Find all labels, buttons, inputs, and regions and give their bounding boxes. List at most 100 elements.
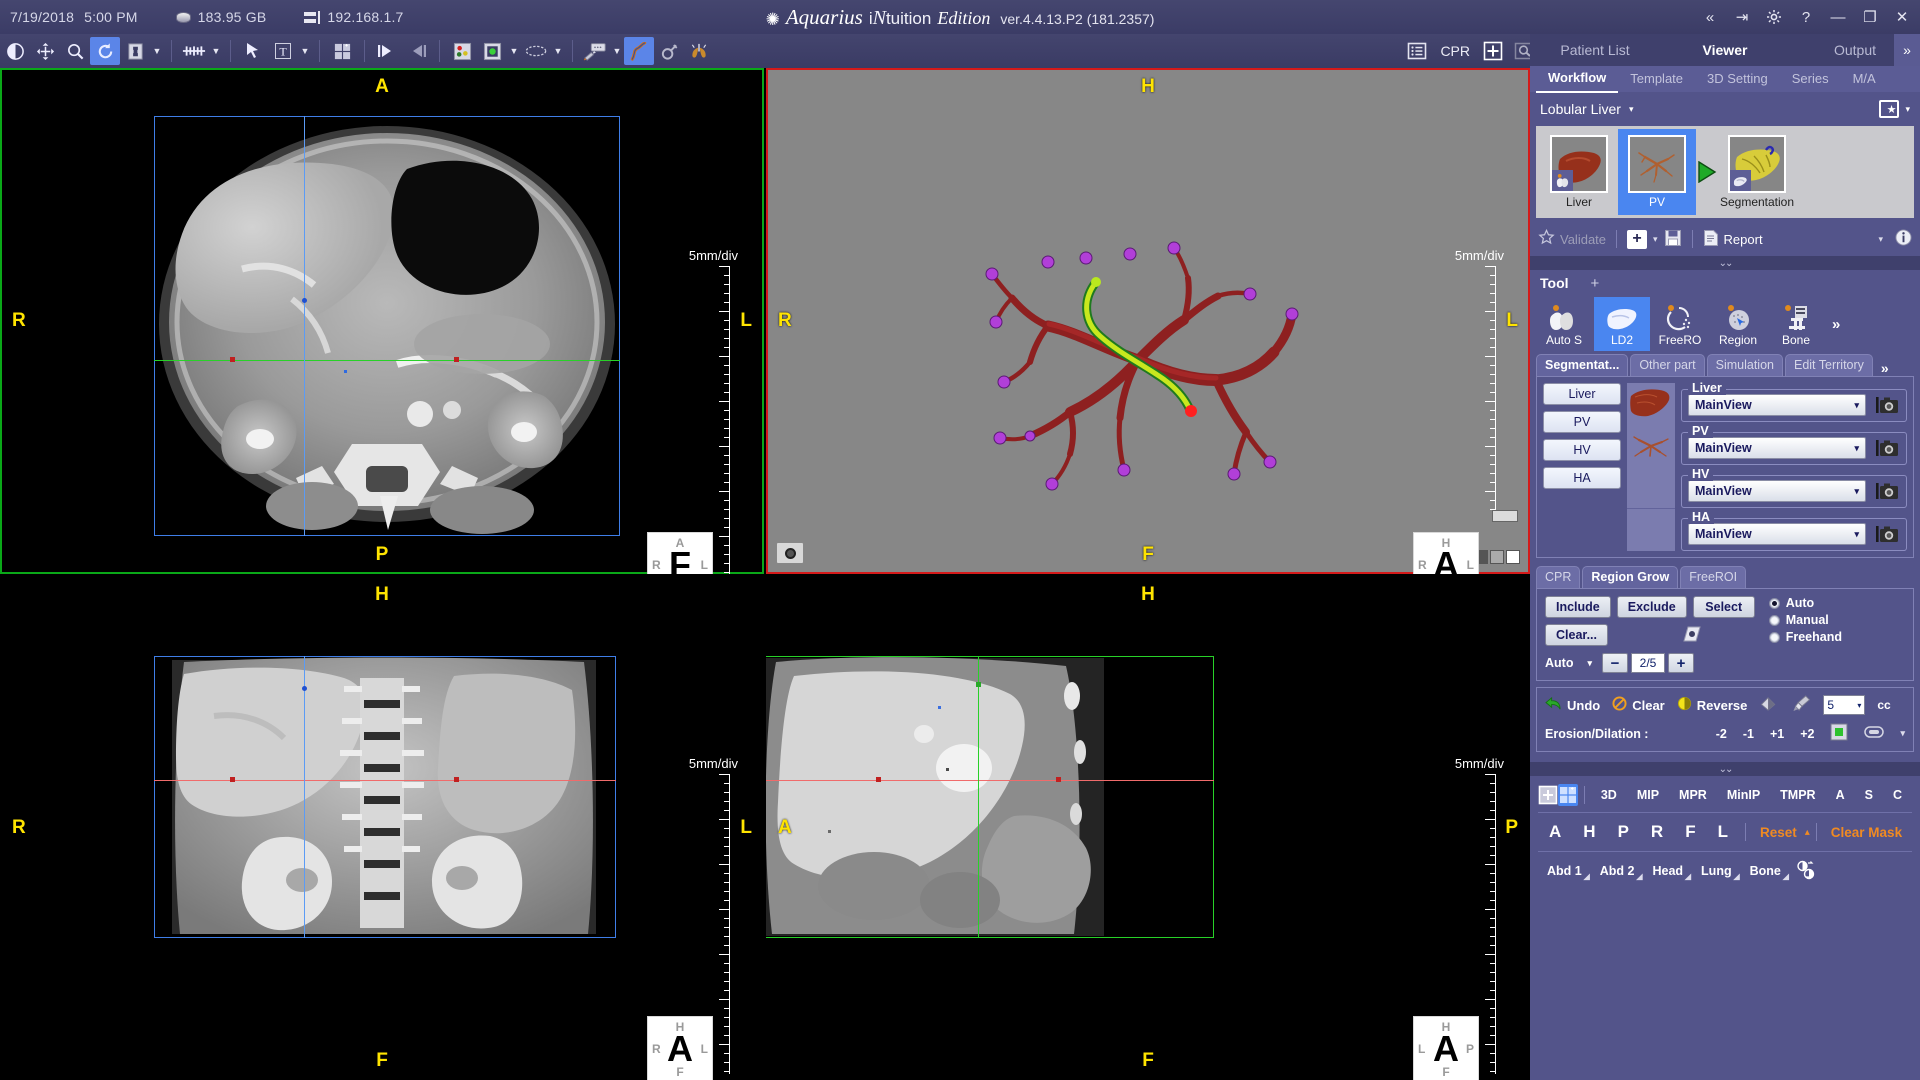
structure-button-liver[interactable]: Liver <box>1543 383 1621 405</box>
coronal-roi-box[interactable] <box>154 656 616 938</box>
text-annotation-icon[interactable]: T <box>268 37 298 65</box>
mode-3d[interactable]: 3D <box>1591 788 1627 802</box>
close-button[interactable]: ✕ <box>1888 4 1916 30</box>
vessel-orientation-cube[interactable]: H F R L A <box>1413 532 1479 574</box>
coronal-handle-left[interactable] <box>230 777 235 782</box>
orientation-h[interactable]: H <box>1572 822 1606 842</box>
measure-ruler-icon[interactable] <box>179 37 209 65</box>
tool-ld2[interactable]: LD2 <box>1594 297 1650 351</box>
mode-minip[interactable]: MinIP <box>1717 788 1770 802</box>
save-icon[interactable] <box>1664 229 1682 250</box>
opacity-dropdown-caret[interactable]: ▼ <box>507 37 521 65</box>
tool-add-icon[interactable]: + <box>1591 275 1600 292</box>
invert-contrast-icon[interactable] <box>1790 860 1822 883</box>
report-caret[interactable]: ▾ <box>1878 234 1883 245</box>
seed-shape-icon[interactable] <box>1682 625 1704 646</box>
help-button[interactable]: ? <box>1792 4 1820 30</box>
orientation-l[interactable]: L <box>1707 822 1739 842</box>
auto-mode-dropdown[interactable]: Auto ▾ <box>1545 656 1592 670</box>
tool-region[interactable]: Region <box>1710 297 1766 351</box>
undo-icon[interactable] <box>372 37 402 65</box>
sagittal-roi-box[interactable] <box>766 656 1214 938</box>
sagittal-handle-left[interactable] <box>876 777 881 782</box>
brush-tool-icon[interactable] <box>1791 695 1811 715</box>
coronal-handle-right[interactable] <box>454 777 459 782</box>
decrease-button[interactable]: − <box>1602 653 1628 673</box>
collapse-tool-bar[interactable]: ⌄⌄ <box>1530 762 1920 776</box>
workflow-step-pv[interactable]: PV <box>1618 129 1696 215</box>
brush-size-select[interactable]: 5 ▾ <box>1823 695 1866 715</box>
segmentation-tabs-more[interactable]: » <box>1875 360 1889 376</box>
workflow-step-liver[interactable]: Liver <box>1540 129 1618 215</box>
erosion-minus-1[interactable]: -1 <box>1743 727 1754 741</box>
tab-workflow[interactable]: Workflow <box>1536 65 1619 93</box>
ha-snapshot-icon[interactable] <box>1874 524 1900 544</box>
text-dropdown-caret[interactable]: ▼ <box>298 37 312 65</box>
tab-series[interactable]: Series <box>1780 66 1841 92</box>
clear-button[interactable]: Clear... <box>1545 624 1608 646</box>
orientation-r[interactable]: R <box>1640 822 1674 842</box>
erosion-minus-2[interactable]: -2 <box>1716 727 1727 741</box>
tab-simulation[interactable]: Simulation <box>1706 354 1783 376</box>
tab-viewer[interactable]: Viewer <box>1660 42 1790 58</box>
add-icon[interactable] <box>1478 37 1508 65</box>
exclude-button[interactable]: Exclude <box>1616 596 1687 618</box>
pan-icon[interactable] <box>30 37 60 65</box>
annotation-tool-icon[interactable] <box>580 37 610 65</box>
maximize-button[interactable]: ❐ <box>1856 4 1884 30</box>
arrow-select-icon[interactable] <box>238 37 268 65</box>
slab-dropdown-caret[interactable]: ▼ <box>150 37 164 65</box>
list-view-icon[interactable] <box>1402 37 1432 65</box>
redo-icon[interactable] <box>402 37 432 65</box>
tab-segmentation[interactable]: Segmentat... <box>1536 354 1629 376</box>
ha-view-select[interactable]: MainView ▾ <box>1688 523 1866 545</box>
favorite-caret-icon[interactable]: ▾ <box>1905 104 1910 115</box>
axial-viewport[interactable]: A P R L 5mm/div 5mm/div A P R L F <box>0 68 764 574</box>
liver-snapshot-icon[interactable] <box>1874 395 1900 415</box>
preset-abd-1[interactable]: Abd 1 ◢ <box>1538 864 1591 881</box>
add-structure-caret[interactable]: ▾ <box>1653 234 1658 245</box>
minimize-button[interactable]: — <box>1824 4 1852 30</box>
coronal-axial-line[interactable] <box>154 780 616 781</box>
structure-button-ha[interactable]: HA <box>1543 467 1621 489</box>
dilation-plus-1[interactable]: +1 <box>1770 727 1784 741</box>
reset-caret-icon[interactable]: ▴ <box>1805 827 1810 838</box>
round-kernel-icon[interactable] <box>1864 724 1885 743</box>
tab-freeroi[interactable]: FreeROI <box>1680 566 1747 588</box>
liver-view-select[interactable]: MainView ▾ <box>1688 394 1866 416</box>
structure-button-hv[interactable]: HV <box>1543 439 1621 461</box>
vessel-cpr-icon[interactable] <box>624 37 654 65</box>
kernel-caret-icon[interactable]: ▾ <box>1900 728 1905 739</box>
orientation-f[interactable]: F <box>1674 822 1706 842</box>
tool-more-button[interactable]: » <box>1826 316 1840 333</box>
clear-mask-button[interactable]: Clear Mask <box>1823 825 1910 840</box>
workflow-title-group[interactable]: Lobular Liver ▾ <box>1540 101 1633 117</box>
expand-panel-chevron[interactable]: » <box>1894 34 1920 66</box>
include-button[interactable]: Include <box>1545 596 1611 618</box>
preset-lung[interactable]: Lung ◢ <box>1692 864 1741 881</box>
gear-icon[interactable] <box>1760 4 1788 30</box>
tab-cpr[interactable]: CPR <box>1536 566 1581 588</box>
opacity-icon[interactable] <box>477 37 507 65</box>
hv-snapshot-icon[interactable] <box>1874 481 1900 501</box>
axial-roi-box[interactable] <box>154 116 620 536</box>
color-map-icon[interactable] <box>447 37 477 65</box>
orientation-p[interactable]: P <box>1607 822 1640 842</box>
multi-view-icon[interactable] <box>1558 784 1579 806</box>
previous-button[interactable]: « <box>1696 4 1724 30</box>
measure-dropdown-caret[interactable]: ▼ <box>209 37 223 65</box>
tool-bone[interactable]: Bone <box>1768 297 1824 351</box>
coronal-sagittal-line[interactable] <box>304 656 305 938</box>
axial-sagittal-line[interactable] <box>304 116 305 536</box>
add-structure-button[interactable]: + <box>1627 229 1648 249</box>
mode-axial[interactable]: A <box>1826 788 1855 802</box>
vessel-3d-viewport[interactable]: H F R L 5mm/div 5mm/div H F R L <box>766 68 1530 574</box>
undo-button[interactable]: Undo <box>1545 696 1600 714</box>
zoom-icon[interactable] <box>60 37 90 65</box>
add-view-icon[interactable] <box>1538 784 1558 806</box>
axial-handle-left[interactable] <box>230 357 235 362</box>
orientation-a[interactable]: A <box>1538 822 1572 842</box>
chevron-down-icon[interactable]: ▾ <box>1629 104 1634 115</box>
mode-mpr[interactable]: MPR <box>1669 788 1717 802</box>
axial-center-handle[interactable] <box>302 298 307 303</box>
